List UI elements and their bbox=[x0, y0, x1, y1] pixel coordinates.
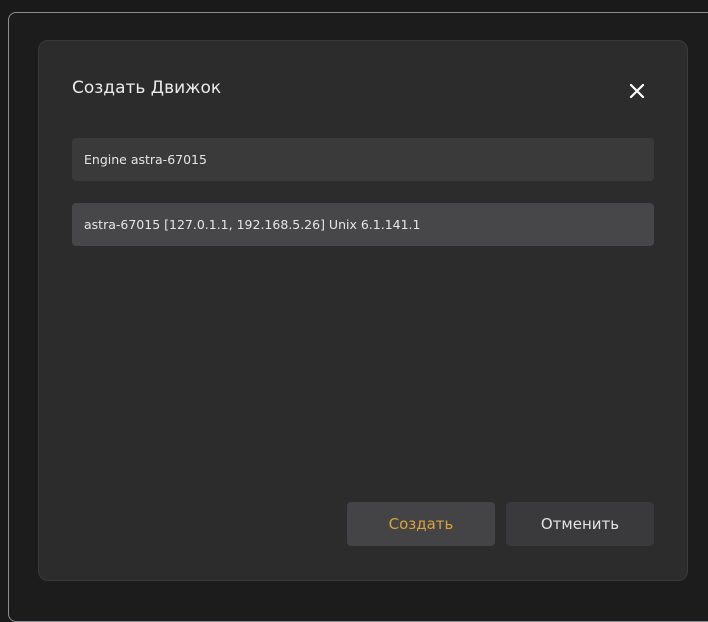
engine-name-input[interactable]: Engine astra-67015 bbox=[72, 138, 654, 181]
close-icon[interactable] bbox=[625, 79, 649, 103]
close-icon-graphic bbox=[629, 83, 645, 99]
create-button[interactable]: Создать bbox=[347, 502, 495, 546]
dialog-title: Создать Движок bbox=[72, 78, 222, 98]
create-engine-dialog: Создать Движок Engine astra-67015 astra-… bbox=[38, 40, 688, 581]
cancel-button[interactable]: Отменить bbox=[506, 502, 654, 546]
host-select[interactable]: astra-67015 [127.0.1.1, 192.168.5.26] Un… bbox=[72, 203, 654, 246]
